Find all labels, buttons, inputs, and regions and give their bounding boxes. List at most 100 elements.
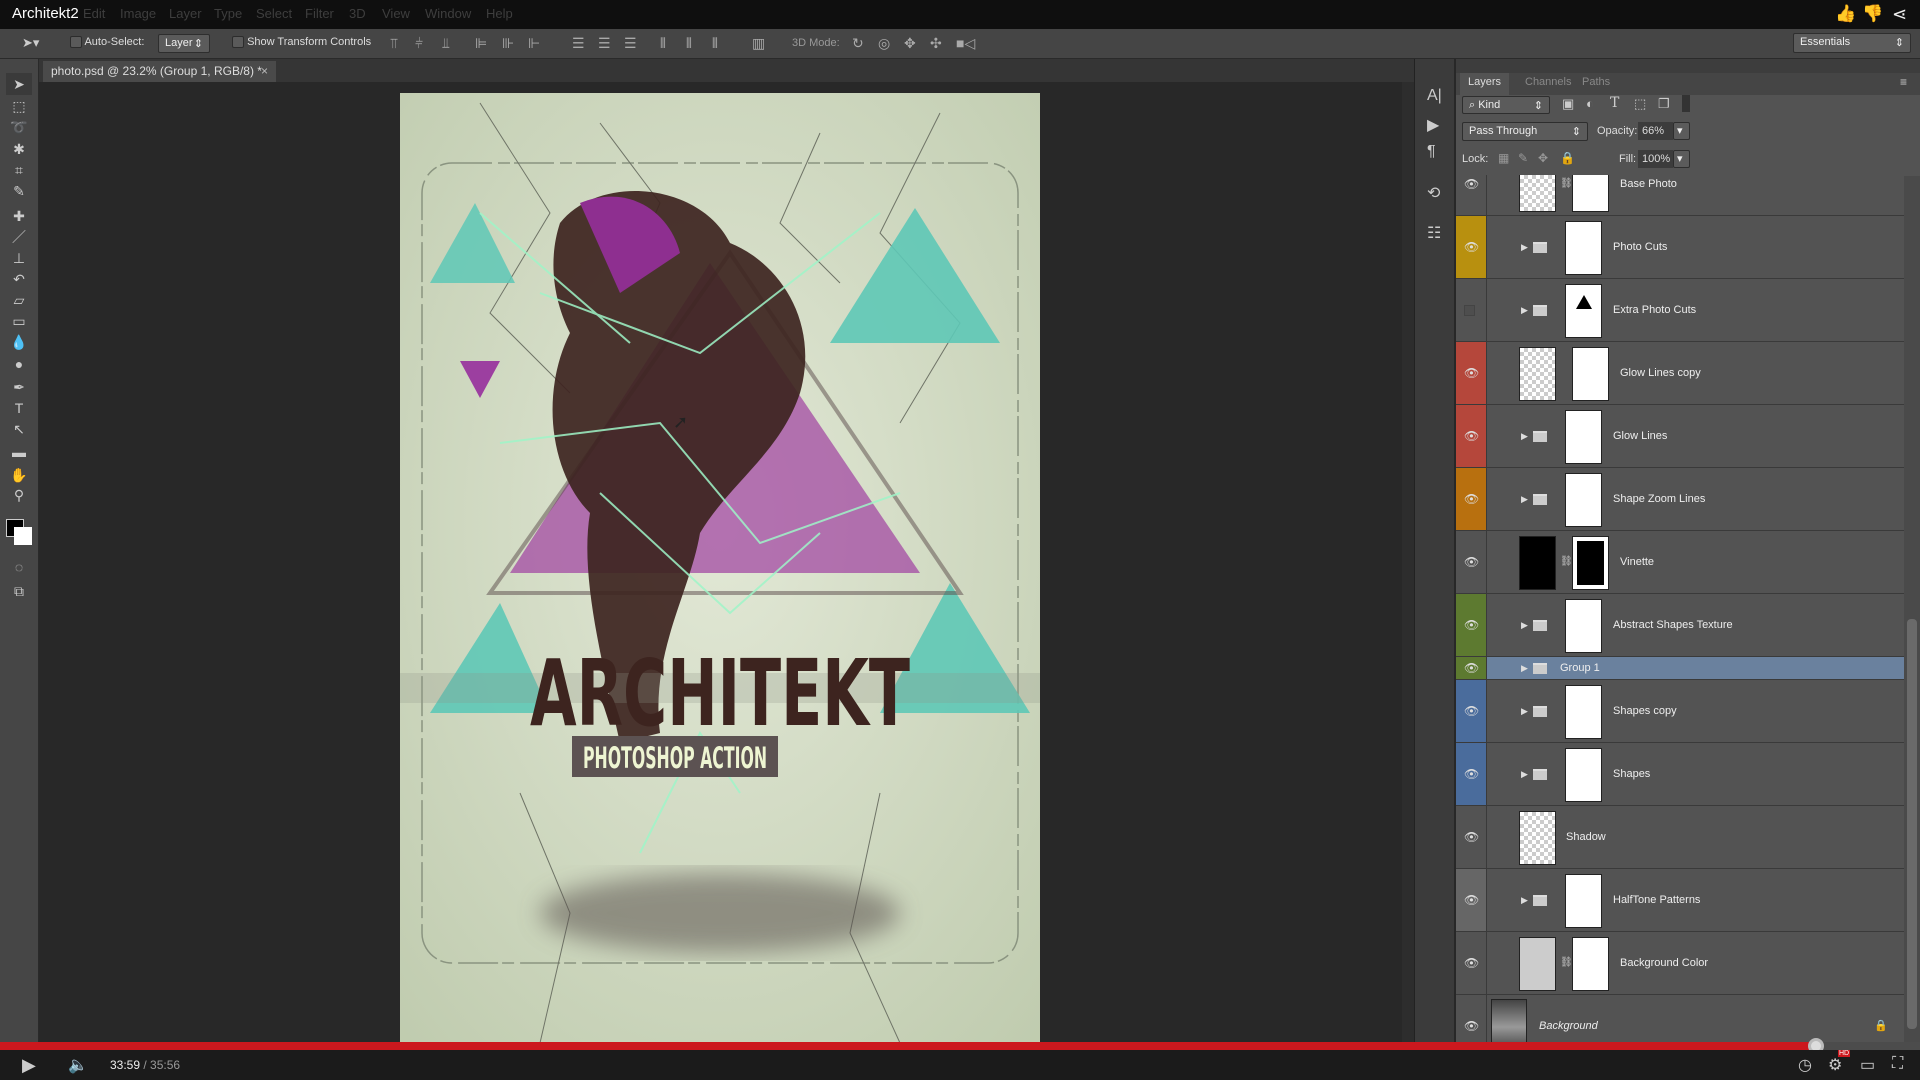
dodge-tool-icon[interactable]: ● [6,353,32,375]
layer-row[interactable]: 👁 ▶ Abstract Shapes Texture [1456,594,1904,657]
blur-tool-icon[interactable]: 💧 [6,331,32,353]
layer-row[interactable]: 👁 ▶ Shape Zoom Lines [1456,468,1904,531]
distribute-top-icon[interactable]: ☰ [572,35,585,52]
blend-mode-dropdown[interactable]: Pass Through ⇕ [1462,122,1588,141]
crop-tool-icon[interactable]: ⌗ [6,159,32,181]
eye-icon[interactable]: 👁 [1464,429,1479,443]
like-icon[interactable]: 👍 [1835,4,1856,24]
layer-name[interactable]: Background [1539,1020,1598,1032]
eye-icon[interactable]: 👁 [1464,830,1479,844]
layer-name[interactable]: Shapes copy [1613,705,1677,717]
eye-icon[interactable]: 👁 [1464,661,1479,675]
clone-stamp-tool-icon[interactable]: ⊥ [6,247,32,269]
link-icon[interactable]: ⛓ [1560,957,1573,968]
rectangle-tool-icon[interactable]: ▬ [6,441,32,463]
eye-icon[interactable]: 👁 [1464,704,1479,718]
brush-tool-icon[interactable]: ／ [6,226,32,248]
eye-icon[interactable]: 👁 [1464,366,1479,380]
eye-icon[interactable]: 👁 [1464,767,1479,781]
layer-row[interactable]: 👁 ⛓ Background Color [1456,932,1904,995]
menu-filter[interactable]: Filter [305,6,334,21]
eye-icon[interactable]: 👁 [1464,956,1479,970]
expand-arrow-icon[interactable]: ▶ [1521,431,1528,442]
menu-window[interactable]: Window [425,6,471,21]
marquee-tool-icon[interactable]: ⬚ [6,95,32,117]
panel-menu-icon[interactable]: ≡ [1900,75,1907,89]
layer-name[interactable]: Shadow [1566,831,1606,843]
dislike-icon[interactable]: 👎 [1862,4,1883,24]
lock-all-icon[interactable]: 🔒 [1560,151,1575,165]
expand-arrow-icon[interactable]: ▶ [1521,706,1528,717]
3d-scale-icon[interactable]: ■◁ [956,35,975,52]
actions-panel-icon[interactable]: ▶ [1427,115,1439,135]
align-top-icon[interactable]: ⫪ [390,35,398,52]
layer-name[interactable]: Base Photo [1620,178,1677,190]
history-panel-icon[interactable]: ⟲ [1427,183,1440,203]
magic-wand-tool-icon[interactable]: ✱ [6,138,32,160]
zoom-tool-icon[interactable]: ⚲ [6,484,32,506]
gradient-tool-icon[interactable]: ▭ [6,310,32,332]
expand-arrow-icon[interactable]: ▶ [1521,305,1528,316]
layer-name[interactable]: Background Color [1620,957,1708,969]
eye-icon[interactable]: 👁 [1464,893,1479,907]
menu-type[interactable]: Type [214,6,242,21]
play-icon[interactable]: ▶ [22,1055,36,1076]
layer-row[interactable]: 👁 Glow Lines copy [1456,342,1904,405]
video-progress-bar[interactable] [0,1042,1816,1050]
3d-slide-icon[interactable]: ✣ [930,35,942,52]
align-bottom-icon[interactable]: ⫫ [442,35,450,52]
eye-icon[interactable]: 👁 [1464,555,1479,569]
layer-name[interactable]: Shape Zoom Lines [1613,493,1705,505]
filter-shape-icon[interactable]: ⬚ [1634,96,1646,112]
expand-arrow-icon[interactable]: ▶ [1521,895,1528,906]
lock-transparent-icon[interactable]: ▦ [1498,151,1509,165]
align-right-icon[interactable]: ⊩ [528,35,540,52]
screen-mode-icon[interactable]: ⧉ [6,580,32,602]
distribute-hcenter-icon[interactable]: ⫴ [686,35,692,52]
menu-edit[interactable]: Edit [83,6,105,21]
distribute-right-icon[interactable]: ⫴ [712,35,718,52]
pen-tool-icon[interactable]: ✒ [6,376,32,398]
quick-mask-icon[interactable]: ◌ [6,556,32,578]
path-selection-tool-icon[interactable]: ↖ [6,418,32,440]
properties-panel-icon[interactable]: ☷ [1427,223,1441,243]
layer-row[interactable]: 👁 ▶ Shapes [1456,743,1904,806]
filter-type-icon[interactable]: T [1610,95,1619,111]
document-canvas[interactable]: ARCHITEKT PHOTOSHOP ACTION [400,93,1040,1047]
menu-image[interactable]: Image [120,6,156,21]
tab-paths[interactable]: Paths [1574,73,1618,91]
theater-mode-icon[interactable]: ▭ [1860,1055,1875,1075]
tab-channels[interactable]: Channels [1517,73,1579,91]
expand-arrow-icon[interactable]: ▶ [1521,620,1528,631]
paragraph-panel-icon[interactable]: ¶ [1427,143,1436,161]
history-brush-tool-icon[interactable]: ↶ [6,268,32,290]
distribute-vcenter-icon[interactable]: ☰ [598,35,611,52]
link-icon[interactable]: ⛓ [1560,556,1573,567]
layer-row[interactable]: 👁 ▶ Photo Cuts [1456,216,1904,279]
layer-row[interactable]: 👁 ⛓ Vinette [1456,531,1904,594]
link-icon[interactable]: ⛓ [1560,178,1573,189]
opacity-dropdown-icon[interactable]: ▾ [1673,122,1690,140]
eye-icon[interactable]: 👁 [1464,177,1479,191]
layer-row[interactable]: 👁 ⛓ Base Photo [1456,175,1904,216]
volume-icon[interactable]: 🔈 [68,1055,88,1075]
layer-name[interactable]: HalfTone Patterns [1613,894,1700,906]
3d-rotate-icon[interactable]: ↻ [852,35,864,52]
layer-name[interactable]: Photo Cuts [1613,241,1667,253]
settings-icon[interactable]: ⚙ [1828,1055,1842,1075]
move-tool-preset-icon[interactable]: ➤▾ [22,35,39,51]
menu-select[interactable]: Select [256,6,292,21]
fill-input[interactable]: 100% [1638,150,1673,168]
show-transform-controls-checkbox[interactable]: Show Transform Controls [232,36,371,49]
expand-arrow-icon[interactable]: ▶ [1521,769,1528,780]
tab-layers[interactable]: Layers [1460,73,1510,95]
menu-view[interactable]: View [382,6,410,21]
layer-row[interactable]: ▶ Extra Photo Cuts [1456,279,1904,342]
auto-select-target-dropdown[interactable]: Layer ⇕ [158,34,210,53]
character-panel-icon[interactable]: A| [1427,87,1442,105]
filter-adjustment-icon[interactable]: ◐ [1586,96,1594,111]
document-tab[interactable]: photo.psd @ 23.2% (Group 1, RGB/8) * × [43,61,276,82]
auto-align-icon[interactable]: ▥ [752,35,765,52]
background-color-swatch[interactable] [14,527,32,545]
move-tool-icon[interactable]: ➤ [6,73,32,95]
